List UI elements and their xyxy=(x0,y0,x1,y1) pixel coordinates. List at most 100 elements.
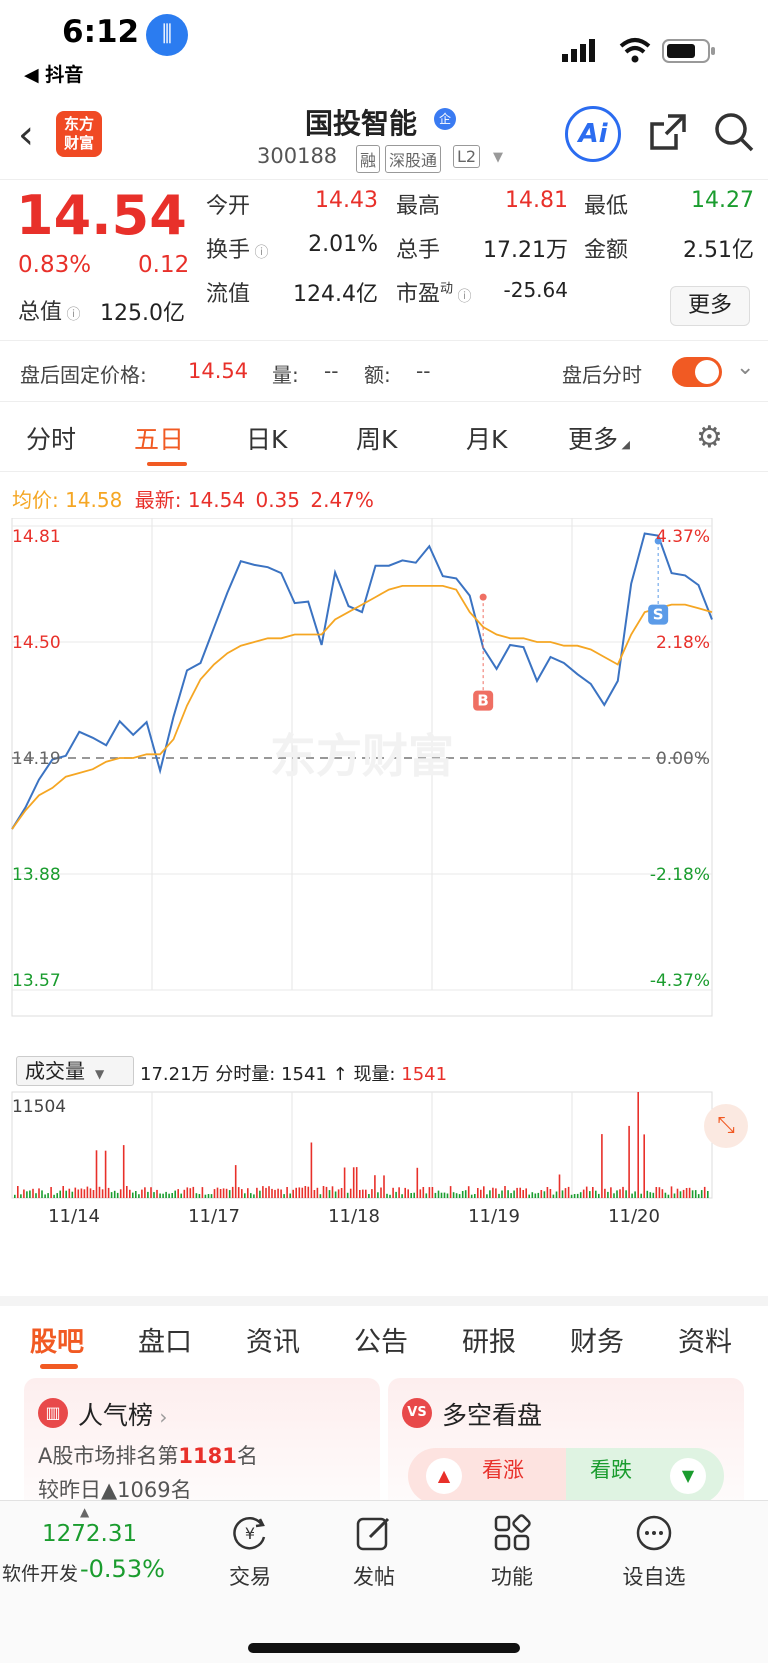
volume-bar xyxy=(443,1192,446,1198)
cellular-signal-icon xyxy=(562,39,595,62)
five-day-price-chart[interactable]: 东方财富 B S 14.81 14.50 14.19 13.88 13.57 4.37% 2.18… xyxy=(0,518,768,1054)
volume-bar xyxy=(319,1194,322,1198)
tab-financials[interactable]: 财务 xyxy=(570,1320,624,1359)
after-hours-timeshare-label: 盘后分时 xyxy=(562,363,642,387)
date-tick-label: 11/17 xyxy=(188,1206,240,1227)
search-icon[interactable] xyxy=(712,110,756,154)
add-watchlist-button[interactable]: 设自选 xyxy=(604,1511,704,1591)
volume-bar xyxy=(377,1192,379,1198)
volume-bar xyxy=(504,1186,506,1198)
marker-dot xyxy=(479,593,487,601)
turnover-label[interactable]: 换手 ⓘ xyxy=(206,232,268,264)
volume-bar xyxy=(237,1187,240,1198)
volume-chart[interactable]: 11504 11/14 11/17 11/18 11/19 11/20 xyxy=(0,1088,768,1298)
gear-icon[interactable]: ⚙ xyxy=(696,420,723,455)
volume-bar xyxy=(210,1194,213,1198)
bullish-button[interactable]: ▲ 看涨 xyxy=(408,1448,566,1500)
volume-bar xyxy=(646,1190,649,1198)
brand-logo: 东方 财富 xyxy=(56,111,102,157)
volume-bar xyxy=(274,1189,276,1198)
after-hours-toggle[interactable] xyxy=(672,357,722,387)
amount-value: 2.51亿 xyxy=(683,238,754,263)
pe-label[interactable]: 市盈动 ⓘ xyxy=(396,276,471,308)
volume-label: 总手 xyxy=(396,238,441,263)
volume-bar xyxy=(183,1189,186,1198)
price-tick-label: 14.81 xyxy=(12,527,61,547)
volume-bar xyxy=(558,1174,561,1198)
trade-button[interactable]: ¥ 交易 xyxy=(200,1511,300,1591)
volume-bar xyxy=(595,1190,597,1198)
volume-bar xyxy=(355,1167,358,1198)
chart-info-line: 均价: 14.58 最新: 14.54 0.35 2.47% xyxy=(12,484,374,513)
volume-bar xyxy=(250,1193,252,1198)
volume-bar xyxy=(204,1194,207,1198)
pe-value: -25.64 xyxy=(503,278,568,302)
volume-bar xyxy=(289,1193,291,1198)
caret-down-icon[interactable]: ▼ xyxy=(493,150,503,165)
volume-bar xyxy=(135,1191,137,1198)
share-icon[interactable] xyxy=(646,110,690,154)
functions-button[interactable]: 功能 xyxy=(462,1511,562,1591)
volume-bar xyxy=(359,1190,361,1198)
volume-bar xyxy=(413,1192,415,1198)
tab-research[interactable]: 研报 xyxy=(462,1320,516,1359)
functions-label: 功能 xyxy=(491,1565,533,1589)
bearish-button[interactable]: 看跌 ▼ xyxy=(566,1448,724,1500)
volume-bar xyxy=(62,1186,64,1198)
tab-daily-k[interactable]: 日K xyxy=(246,420,287,456)
volume-bar xyxy=(343,1167,346,1198)
popularity-card[interactable]: ▥ 人气榜 › A股市场排名第1181名 较昨日▲1069名 xyxy=(24,1378,380,1500)
stock-header: ‹ 东方 财富 国投智能 企 300188 融 深股通 L2 ▼ Ai xyxy=(0,96,768,180)
chevron-down-icon[interactable]: ⌄ xyxy=(736,355,754,380)
volume-bar xyxy=(528,1194,530,1198)
voice-icon: ⫼ xyxy=(146,14,188,56)
back-to-app-link[interactable]: ◀ 抖音 xyxy=(24,60,83,87)
volume-bar xyxy=(688,1187,691,1198)
ai-button[interactable]: Ai xyxy=(565,106,621,162)
indicator-select[interactable]: 成交量 ▼ xyxy=(16,1056,134,1086)
tab-news[interactable]: 资讯 xyxy=(246,1320,300,1359)
tab-five-day[interactable]: 五日 xyxy=(134,420,184,456)
volume-bar xyxy=(498,1193,500,1198)
sector-index-name[interactable]: 软件开发 xyxy=(2,1559,78,1586)
tab-monthly-k[interactable]: 月K xyxy=(466,420,507,456)
price-series-line xyxy=(11,532,713,830)
volume-bar xyxy=(700,1190,703,1198)
tab-orderbook[interactable]: 盘口 xyxy=(138,1320,192,1359)
volume-bar xyxy=(601,1134,603,1198)
after-hours-bar: 盘后固定价格: 14.54 量: -- 额: -- 盘后分时 ⌄ xyxy=(0,340,768,402)
volume-bar xyxy=(483,1186,485,1198)
float-value: 124.4亿 xyxy=(293,282,378,307)
volume-bar xyxy=(307,1186,310,1198)
caret-up-icon[interactable]: ▲ xyxy=(80,1505,89,1519)
more-button[interactable]: 更多 xyxy=(670,286,750,326)
after-hours-volume: -- xyxy=(324,359,339,383)
volume-bar xyxy=(256,1187,258,1198)
tab-timeshare[interactable]: 分时 xyxy=(26,420,76,456)
expand-icon[interactable]: ⤡ xyxy=(704,1104,748,1148)
tab-profile[interactable]: 资料 xyxy=(678,1320,732,1359)
volume-bar xyxy=(625,1190,627,1198)
total-value-label[interactable]: 总值 ⓘ xyxy=(18,294,80,326)
volume-bar xyxy=(74,1187,77,1198)
volume-bar xyxy=(507,1190,509,1198)
stock-name[interactable]: 国投智能 xyxy=(305,102,417,142)
volume-bar xyxy=(546,1187,549,1198)
volume-bar xyxy=(101,1189,104,1198)
post-button[interactable]: 发帖 xyxy=(324,1511,424,1591)
tab-forum[interactable]: 股吧 xyxy=(30,1320,84,1359)
tab-more[interactable]: 更多 ◢ xyxy=(568,420,630,456)
volume-bar xyxy=(474,1194,476,1198)
sector-index-change[interactable]: -0.53% xyxy=(80,1555,165,1583)
back-icon[interactable]: ‹ xyxy=(18,112,34,158)
tab-weekly-k[interactable]: 周K xyxy=(356,420,397,456)
long-short-card[interactable]: VS 多空看盘 ▲ 看涨 看跌 ▼ xyxy=(388,1378,744,1500)
volume-bar xyxy=(407,1189,409,1198)
post-label: 发帖 xyxy=(353,1565,395,1589)
sector-index-value[interactable]: 1272.31 xyxy=(42,1521,137,1547)
volume-bar xyxy=(631,1193,633,1198)
volume-bar xyxy=(86,1186,89,1198)
volume-bar xyxy=(422,1187,425,1198)
tab-announcements[interactable]: 公告 xyxy=(354,1320,408,1359)
volume-info: 17.21万 分时量: 1541 ↑ 现量: 1541 xyxy=(140,1064,448,1085)
